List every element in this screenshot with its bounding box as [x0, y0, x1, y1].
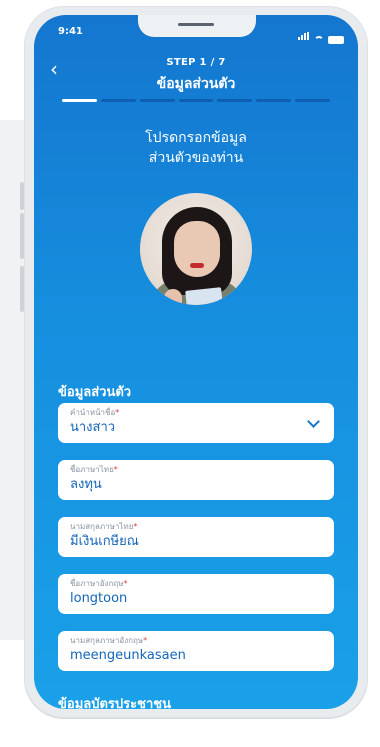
field-value: มีเงินเกษียณ: [70, 534, 139, 549]
thai-last-name-field[interactable]: นามสกุลภาษาไทย* มีเงินเกษียณ: [58, 517, 334, 557]
field-label: ชื่อภาษาอังกฤษ*: [70, 579, 128, 588]
intro-line-1: โปรดกรอกข้อมูล: [145, 130, 247, 146]
signal-icon: [298, 25, 310, 44]
photo-hand: [164, 289, 182, 305]
step-indicator: STEP 1 / 7: [166, 57, 226, 68]
page-title: ข้อมูลส่วนตัว: [156, 76, 236, 92]
section-personal-info: ข้อมูลส่วนตัว: [58, 385, 132, 400]
title-select[interactable]: คำนำหน้าชื่อ* นางสาว: [58, 403, 334, 443]
photo-lips: [190, 263, 204, 268]
field-label: นามสกุลภาษาอังกฤษ*: [70, 636, 148, 645]
intro-text: โปรดกรอกข้อมูล ส่วนตัวของท่าน: [34, 128, 358, 168]
status-time: 9:41: [58, 26, 83, 37]
field-value: meengeunkasaen: [70, 648, 186, 663]
notch: [138, 15, 256, 37]
thai-first-name-field[interactable]: ชื่อภาษาไทย* ลงทุน: [58, 460, 334, 500]
progress-segment: [62, 99, 97, 102]
field-value: longtoon: [70, 591, 128, 606]
progress-bar: [62, 99, 331, 102]
progress-segment: [100, 99, 136, 102]
field-value: ลงทุน: [70, 477, 102, 492]
photo-face: [174, 221, 220, 277]
english-first-name-field[interactable]: ชื่อภาษาอังกฤษ* longtoon: [58, 574, 334, 614]
intro-line-2: ส่วนตัวของท่าน: [148, 150, 244, 166]
progress-segment: [295, 99, 331, 102]
field-value: นางสาว: [70, 420, 116, 435]
speaker: [178, 23, 214, 26]
progress-segment: [217, 99, 253, 102]
progress-segment: [178, 99, 214, 102]
profile-photo: [140, 193, 252, 305]
field-label: นามสกุลภาษาไทย*: [70, 522, 138, 531]
status-icons: [298, 25, 344, 44]
section-id-card-info: ข้อมูลบัตรประชาชน: [58, 697, 171, 709]
wifi-icon: [314, 36, 324, 44]
english-last-name-field[interactable]: นามสกุลภาษาอังกฤษ* meengeunkasaen: [58, 631, 334, 671]
photo-id-card: [185, 287, 223, 305]
progress-segment: [139, 99, 175, 102]
app-screen: 9:41 ‹ STEP 1 / 7 ข้อมูลส่วนตัว โปรดกรอก…: [34, 15, 358, 709]
field-label: ชื่อภาษาไทย*: [70, 465, 118, 474]
battery-icon: [328, 36, 344, 44]
phone-frame: 9:41 ‹ STEP 1 / 7 ข้อมูลส่วนตัว โปรดกรอก…: [24, 6, 368, 718]
progress-segment: [256, 99, 292, 102]
field-label: คำนำหน้าชื่อ*: [70, 408, 120, 417]
